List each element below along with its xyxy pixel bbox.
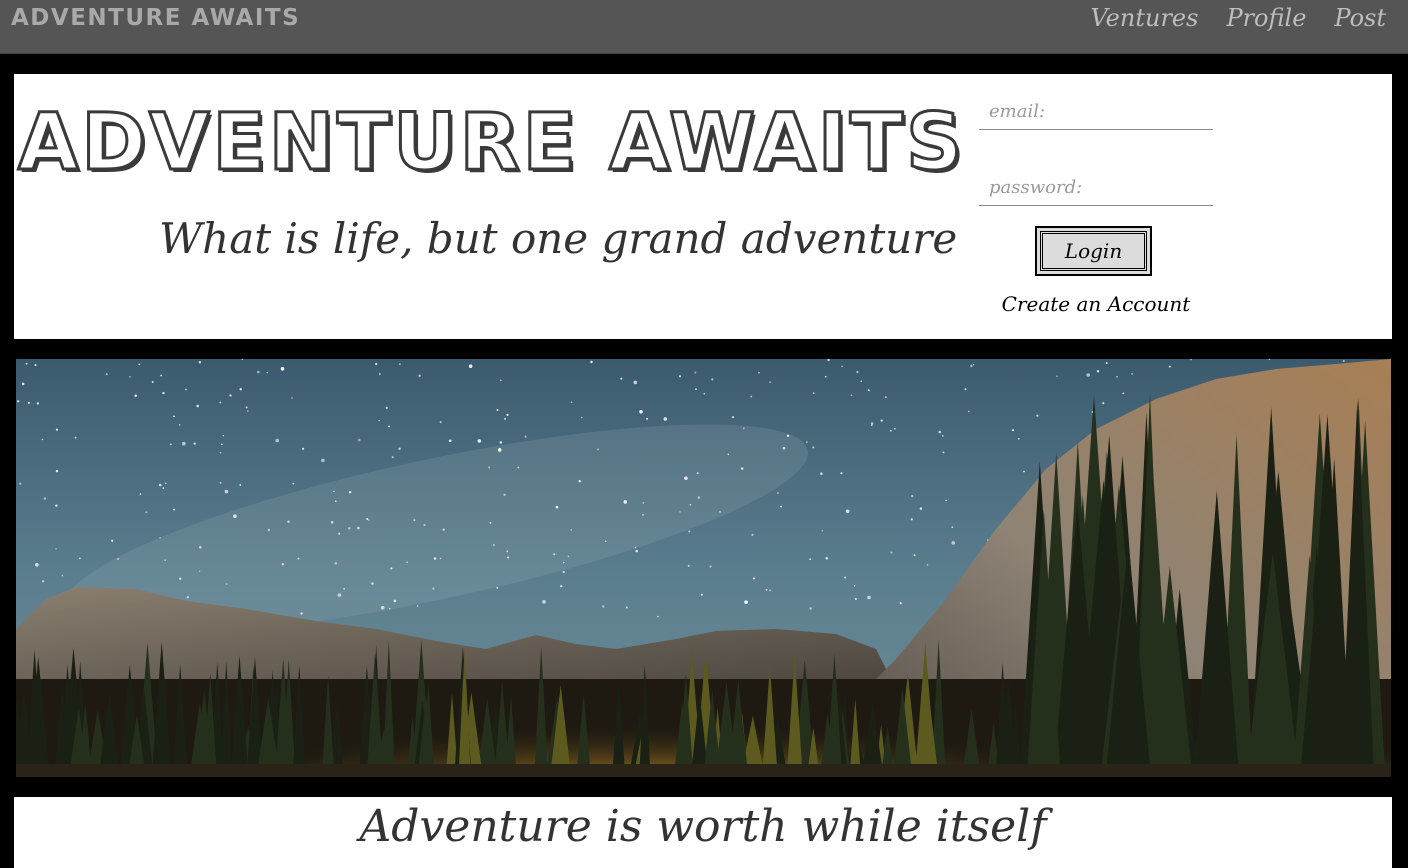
email-field[interactable] — [979, 94, 1213, 130]
hero-image — [16, 359, 1391, 777]
nav-link-ventures[interactable]: Ventures — [1091, 4, 1199, 32]
nav-links: Ventures Profile Post — [1091, 4, 1386, 32]
password-field[interactable] — [979, 170, 1213, 206]
nav-link-post[interactable]: Post — [1334, 4, 1386, 32]
tagline: What is life, but one grand adventure — [159, 214, 958, 263]
nav-link-profile[interactable]: Profile — [1226, 4, 1306, 32]
page-title: ADVENTURE AWAITS — [16, 97, 966, 190]
login-button[interactable]: Login — [1035, 226, 1152, 276]
quote-text: Adventure is worth while itself — [359, 801, 1047, 852]
create-account-link[interactable]: Create an Account — [979, 292, 1213, 316]
header-panel: ADVENTURE AWAITS What is life, but one g… — [14, 74, 1392, 339]
login-form: Login Create an Account — [979, 74, 1214, 339]
quote-panel: Adventure is worth while itself — [14, 797, 1392, 868]
top-navbar: ADVENTURE AWAITS Ventures Profile Post — [0, 0, 1408, 54]
brand-logo[interactable]: ADVENTURE AWAITS — [11, 5, 300, 31]
